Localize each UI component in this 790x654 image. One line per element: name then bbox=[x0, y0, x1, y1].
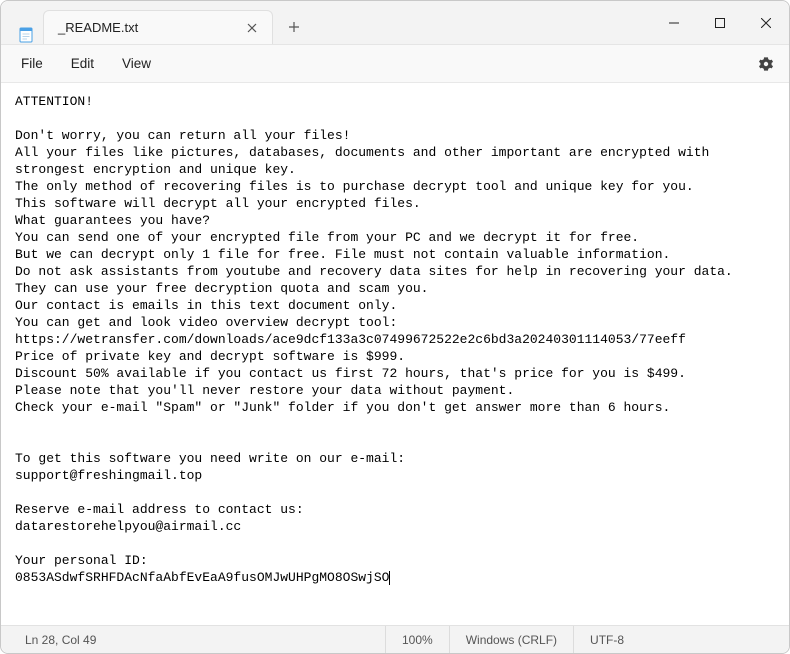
tab-close-icon[interactable] bbox=[242, 18, 262, 38]
close-button[interactable] bbox=[743, 1, 789, 45]
titlebar: _README.txt bbox=[1, 1, 789, 45]
status-position: Ln 28, Col 49 bbox=[5, 626, 385, 653]
tab-title: _README.txt bbox=[58, 20, 242, 35]
text-caret bbox=[389, 571, 390, 585]
gear-icon bbox=[758, 56, 774, 72]
new-tab-button[interactable] bbox=[277, 10, 311, 44]
menubar: File Edit View bbox=[1, 45, 789, 83]
settings-button[interactable] bbox=[749, 49, 783, 79]
notepad-window: _README.txt File Edit View bbox=[0, 0, 790, 654]
status-encoding: UTF-8 bbox=[573, 626, 640, 653]
window-controls bbox=[651, 1, 789, 44]
statusbar: Ln 28, Col 49 100% Windows (CRLF) UTF-8 bbox=[1, 625, 789, 653]
notepad-app-icon bbox=[17, 26, 35, 44]
menu-edit[interactable]: Edit bbox=[57, 50, 108, 77]
text-editor[interactable]: ATTENTION! Don't worry, you can return a… bbox=[1, 83, 789, 625]
editor-content: ATTENTION! Don't worry, you can return a… bbox=[15, 94, 733, 585]
maximize-button[interactable] bbox=[697, 1, 743, 45]
status-line-ending: Windows (CRLF) bbox=[449, 626, 573, 653]
tabs-region: _README.txt bbox=[1, 1, 651, 44]
menu-file[interactable]: File bbox=[7, 50, 57, 77]
minimize-button[interactable] bbox=[651, 1, 697, 45]
tab-readme[interactable]: _README.txt bbox=[43, 10, 273, 44]
menu-view[interactable]: View bbox=[108, 50, 165, 77]
status-zoom: 100% bbox=[385, 626, 449, 653]
